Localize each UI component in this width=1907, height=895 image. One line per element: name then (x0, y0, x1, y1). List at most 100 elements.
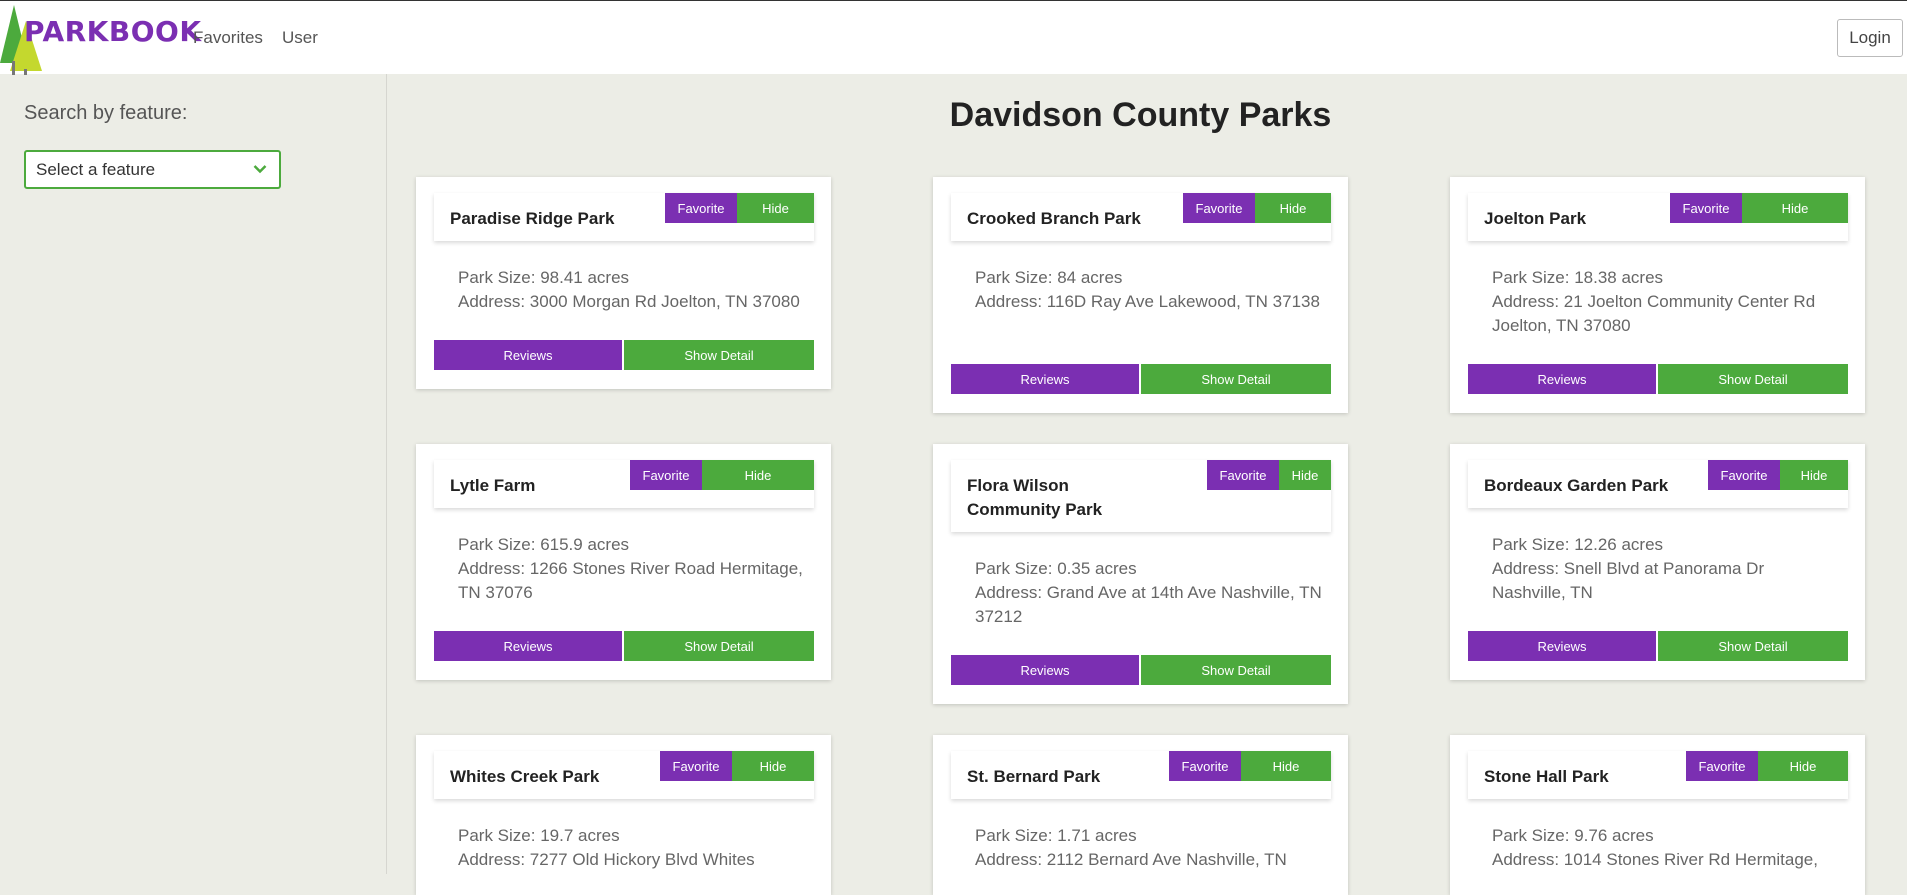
park-size: Park Size: 0.35 acres (975, 559, 1137, 578)
favorite-button[interactable]: Favorite (1686, 751, 1758, 781)
hide-button[interactable]: Hide (1742, 193, 1848, 223)
reviews-button[interactable]: Reviews (951, 655, 1139, 685)
hide-button[interactable]: Hide (732, 751, 814, 781)
hide-button[interactable]: Hide (1758, 751, 1848, 781)
park-address: Address: 1014 Stones River Rd Hermitage, (1492, 850, 1818, 869)
park-card: Paradise Ridge Park Favorite Hide Park S… (416, 177, 831, 389)
favorite-button[interactable]: Favorite (630, 460, 702, 490)
park-size: Park Size: 1.71 acres (975, 826, 1137, 845)
hide-button[interactable]: Hide (1780, 460, 1848, 490)
park-card: Bordeaux Garden Park Favorite Hide Park … (1450, 444, 1865, 680)
park-size: Park Size: 615.9 acres (458, 535, 630, 554)
park-card: Whites Creek Park Favorite Hide Park Siz… (416, 735, 831, 895)
card-footer: Reviews Show Detail (951, 655, 1331, 685)
hide-button[interactable]: Hide (1241, 751, 1331, 781)
card-header: Whites Creek Park Favorite Hide (434, 751, 814, 799)
sidebar: Search by feature: Select a feature (0, 74, 387, 874)
card-actions: Favorite Hide (665, 193, 814, 223)
favorite-button[interactable]: Favorite (1207, 460, 1279, 490)
hide-button[interactable]: Hide (737, 193, 814, 223)
card-body: Park Size: 18.38 acres Address: 21 Joelt… (1492, 266, 1842, 338)
card-body: Park Size: 98.41 acres Address: 3000 Mor… (458, 266, 808, 314)
show-detail-button[interactable]: Show Detail (1658, 631, 1848, 661)
park-name: Crooked Branch Park (967, 209, 1141, 228)
page-title: Davidson County Parks (949, 96, 1332, 134)
park-card: Stone Hall Park Favorite Hide Park Size:… (1450, 735, 1865, 895)
card-body: Park Size: 84 acres Address: 116D Ray Av… (975, 266, 1325, 314)
logo-text: PARKBOOK (24, 15, 202, 48)
feature-select[interactable]: Select a feature (24, 150, 281, 189)
hide-button[interactable]: Hide (1255, 193, 1331, 223)
reviews-button[interactable]: Reviews (1468, 631, 1656, 661)
card-actions: Favorite Hide (1686, 751, 1848, 781)
card-footer: Reviews Show Detail (1468, 364, 1848, 394)
favorite-button[interactable]: Favorite (665, 193, 737, 223)
park-address: Address: 7277 Old Hickory Blvd Whites (458, 850, 755, 869)
card-header: Joelton Park Favorite Hide (1468, 193, 1848, 241)
park-name: Lytle Farm (450, 476, 536, 495)
favorite-button[interactable]: Favorite (1708, 460, 1780, 490)
card-body: Park Size: 1.71 acres Address: 2112 Bern… (975, 824, 1325, 872)
card-footer: Reviews Show Detail (1468, 631, 1848, 661)
park-size: Park Size: 9.76 acres (1492, 826, 1654, 845)
show-detail-button[interactable]: Show Detail (624, 340, 814, 370)
card-actions: Favorite Hide (1670, 193, 1848, 223)
park-size: Park Size: 19.7 acres (458, 826, 620, 845)
park-name: Paradise Ridge Park (450, 209, 615, 228)
nav-user-link[interactable]: User (282, 28, 318, 48)
card-body: Park Size: 0.35 acres Address: Grand Ave… (975, 557, 1325, 629)
park-card: Crooked Branch Park Favorite Hide Park S… (933, 177, 1348, 413)
park-card: Flora Wilson Community Park Favorite Hid… (933, 444, 1348, 704)
card-header: Bordeaux Garden Park Favorite Hide (1468, 460, 1848, 508)
favorite-button[interactable]: Favorite (1670, 193, 1742, 223)
card-actions: Favorite Hide (660, 751, 814, 781)
reviews-button[interactable]: Reviews (1468, 364, 1656, 394)
park-address: Address: 2112 Bernard Ave Nashville, TN (975, 850, 1287, 869)
reviews-button[interactable]: Reviews (951, 364, 1139, 394)
park-name: Flora Wilson Community Park (967, 476, 1103, 519)
card-header: Lytle Farm Favorite Hide (434, 460, 814, 508)
card-body: Park Size: 615.9 acres Address: 1266 Sto… (458, 533, 808, 605)
card-header: Crooked Branch Park Favorite Hide (951, 193, 1331, 241)
park-card: St. Bernard Park Favorite Hide Park Size… (933, 735, 1348, 895)
reviews-button[interactable]: Reviews (434, 631, 622, 661)
card-actions: Favorite Hide (1183, 193, 1331, 223)
card-actions: Favorite Hide (1169, 751, 1331, 781)
card-body: Park Size: 19.7 acres Address: 7277 Old … (458, 824, 808, 872)
card-actions: Favorite Hide (630, 460, 814, 490)
parkbook-logo[interactable]: PARKBOOK (0, 3, 201, 75)
park-address: Address: 116D Ray Ave Lakewood, TN 37138 (975, 292, 1320, 311)
card-header: Flora Wilson Community Park Favorite Hid… (951, 460, 1331, 532)
login-button[interactable]: Login (1837, 19, 1903, 57)
show-detail-button[interactable]: Show Detail (1658, 364, 1848, 394)
card-header: Stone Hall Park Favorite Hide (1468, 751, 1848, 799)
favorite-button[interactable]: Favorite (1169, 751, 1241, 781)
park-address: Address: 1266 Stones River Road Hermitag… (458, 559, 803, 602)
nav-favorites-link[interactable]: Favorites (193, 28, 263, 48)
hide-button[interactable]: Hide (702, 460, 814, 490)
show-detail-button[interactable]: Show Detail (1141, 655, 1331, 685)
chevron-down-icon (253, 165, 267, 174)
reviews-button[interactable]: Reviews (434, 340, 622, 370)
park-address: Address: Grand Ave at 14th Ave Nashville… (975, 583, 1322, 626)
feature-select-value: Select a feature (36, 160, 156, 179)
park-address: Address: 3000 Morgan Rd Joelton, TN 3708… (458, 292, 800, 311)
favorite-button[interactable]: Favorite (1183, 193, 1255, 223)
park-name: Joelton Park (1484, 209, 1587, 228)
card-actions: Favorite Hide (1207, 460, 1331, 490)
sidebar-title: Search by feature: (24, 102, 188, 124)
park-name: Whites Creek Park (450, 767, 600, 786)
hide-button[interactable]: Hide (1279, 460, 1331, 490)
card-footer: Reviews Show Detail (951, 364, 1331, 394)
park-card: Joelton Park Favorite Hide Park Size: 18… (1450, 177, 1865, 413)
show-detail-button[interactable]: Show Detail (1141, 364, 1331, 394)
card-footer: Reviews Show Detail (434, 340, 814, 370)
card-header: St. Bernard Park Favorite Hide (951, 751, 1331, 799)
show-detail-button[interactable]: Show Detail (624, 631, 814, 661)
card-actions: Favorite Hide (1708, 460, 1848, 490)
park-name: Stone Hall Park (1484, 767, 1609, 786)
park-address: Address: Snell Blvd at Panorama Dr Nashv… (1492, 559, 1765, 602)
park-size: Park Size: 84 acres (975, 268, 1123, 287)
park-size: Park Size: 12.26 acres (1492, 535, 1664, 554)
favorite-button[interactable]: Favorite (660, 751, 732, 781)
